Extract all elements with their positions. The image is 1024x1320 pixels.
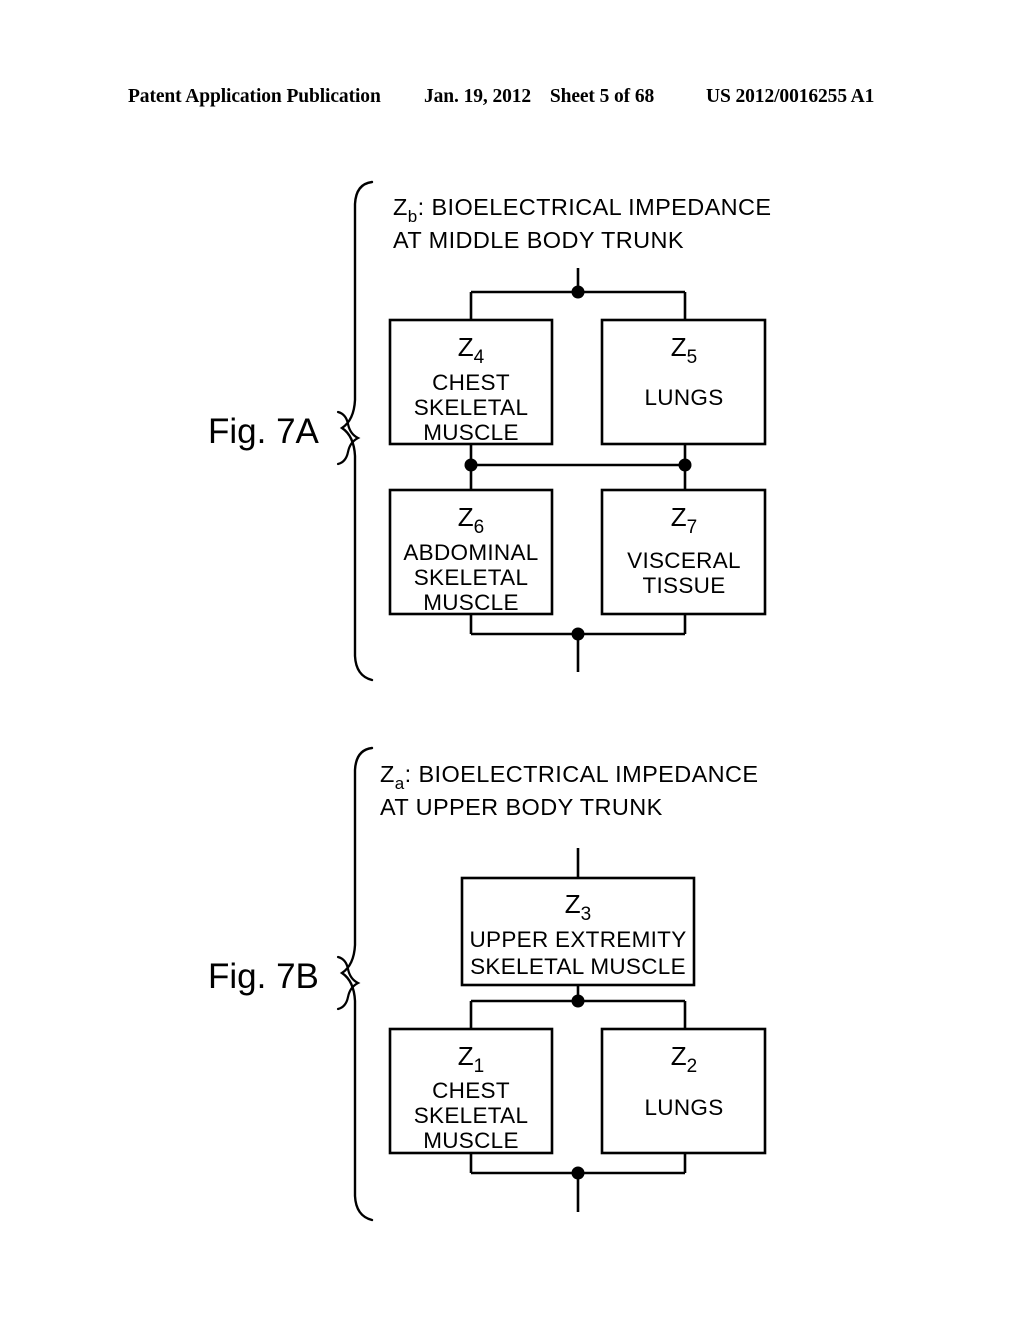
impedance-box-z6: Z6 ABDOMINAL SKELETAL MUSCLE: [388, 488, 554, 616]
impedance-box-z4: Z4 CHEST SKELETAL MUSCLE: [388, 318, 554, 446]
impedance-box-z7-line1: VISCERAL: [627, 548, 741, 573]
figure-7a-title-line2: AT MIDDLE BODY TRUNK: [393, 227, 684, 253]
figures-drawing: Fig. 7A Zb: BIOELECTRICAL IMPEDANCE AT M…: [208, 180, 772, 1222]
figure-7a: Fig. 7A Zb: BIOELECTRICAL IMPEDANCE AT M…: [208, 180, 772, 682]
figure-7b-title-subscript: a: [395, 774, 405, 793]
impedance-box-z2-line1: LUNGS: [644, 1095, 723, 1120]
impedance-box-z1-line2: SKELETAL: [414, 1103, 529, 1128]
patent-page: Patent Application Publication Jan. 19, …: [0, 0, 1024, 1320]
figure-7b-label: Fig. 7B: [208, 957, 319, 996]
figure-7b-title-symbol: Z: [380, 761, 395, 787]
figure-7a-title-symbol: Z: [393, 194, 408, 220]
fig7b-node-bottom: [571, 1166, 585, 1180]
impedance-box-z5-line1: LUNGS: [644, 385, 723, 410]
impedance-box-z2: Z2 LUNGS: [600, 1027, 767, 1155]
impedance-box-z4-line2: SKELETAL: [414, 395, 529, 420]
figure-7b-title-rest: : BIOELECTRICAL IMPEDANCE: [405, 761, 759, 787]
figure-7a-title-subscript: b: [408, 207, 418, 226]
fig7a-node-bottom: [571, 627, 585, 641]
impedance-box-z3: Z3 UPPER EXTREMITY SKELETAL MUSCLE: [460, 876, 696, 987]
figure-7a-group-brace: [339, 180, 374, 682]
impedance-box-z3-line2: SKELETAL MUSCLE: [470, 954, 686, 979]
impedance-box-z1-line3: MUSCLE: [423, 1128, 519, 1153]
impedance-box-z3-line1: UPPER EXTREMITY: [469, 927, 686, 952]
figure-7b-title-line1: Za: BIOELECTRICAL IMPEDANCE: [380, 761, 759, 793]
impedance-box-z6-line2: SKELETAL: [414, 565, 529, 590]
impedance-box-z7-line2: TISSUE: [642, 573, 725, 598]
fig7a-node-mid-left: [464, 458, 478, 472]
figure-7a-label: Fig. 7A: [208, 412, 320, 451]
impedance-box-z1: Z1 CHEST SKELETAL MUSCLE: [388, 1027, 554, 1155]
impedance-box-z5: Z5 LUNGS: [600, 318, 767, 446]
figure-7a-title-line1: Zb: BIOELECTRICAL IMPEDANCE: [393, 194, 772, 226]
impedance-box-z4-line1: CHEST: [432, 370, 510, 395]
impedance-box-z6-line1: ABDOMINAL: [403, 540, 538, 565]
figure-7b: Fig. 7B Za: BIOELECTRICAL IMPEDANCE AT U…: [208, 746, 767, 1222]
impedance-box-z6-line3: MUSCLE: [423, 590, 519, 615]
impedance-box-z7: Z7 VISCERAL TISSUE: [600, 488, 767, 616]
fig7a-node-top: [571, 285, 585, 299]
impedance-box-z4-line3: MUSCLE: [423, 420, 519, 445]
impedance-box-z1-line1: CHEST: [432, 1078, 510, 1103]
fig7a-node-mid-right: [678, 458, 692, 472]
figure-7b-title-line2: AT UPPER BODY TRUNK: [380, 794, 663, 820]
figure-7a-title-rest: : BIOELECTRICAL IMPEDANCE: [418, 194, 772, 220]
